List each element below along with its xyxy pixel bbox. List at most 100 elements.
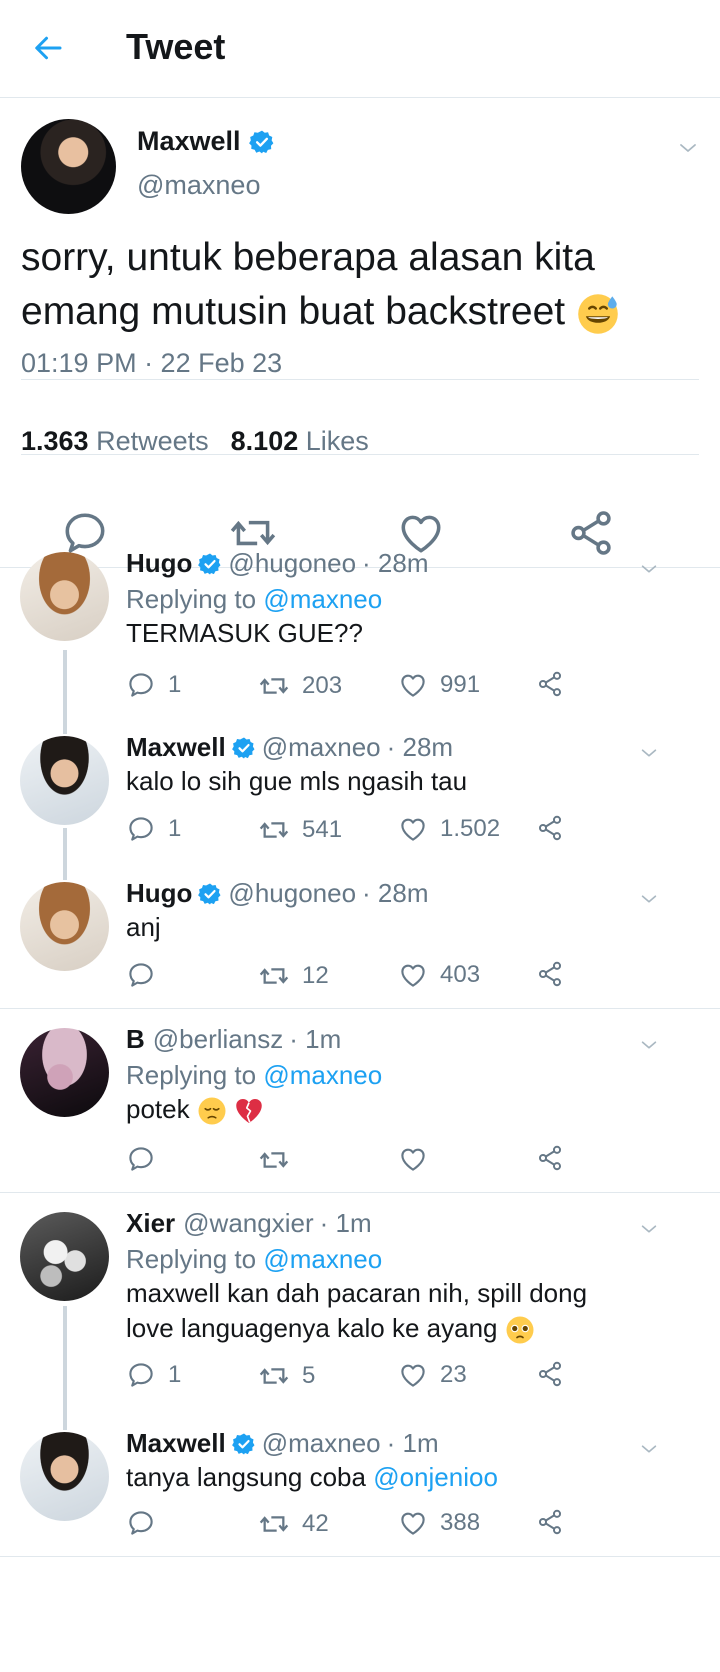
share-icon — [536, 960, 564, 988]
back-arrow-icon[interactable] — [30, 30, 66, 66]
author-handle[interactable]: @berliansz — [153, 1024, 283, 1055]
author-handle[interactable]: @hugoneo — [228, 878, 356, 909]
reply-actions: 42 388 — [126, 1508, 596, 1548]
chevron-down-icon[interactable] — [676, 136, 700, 160]
author-handle[interactable]: @maxneo — [262, 732, 381, 763]
like-button[interactable]: 403 — [398, 960, 480, 990]
retweet-button[interactable] — [258, 1144, 302, 1176]
chevron-down-icon[interactable] — [638, 742, 660, 764]
like-button[interactable]: 23 — [398, 1360, 467, 1390]
reply-button[interactable]: 1 — [126, 814, 181, 844]
chevron-down-icon[interactable] — [638, 1438, 660, 1460]
chevron-down-icon[interactable] — [638, 1218, 660, 1240]
reply-text-content: potek — [126, 1094, 190, 1124]
retweet-icon — [258, 1360, 290, 1392]
reply-button[interactable]: 1 — [126, 670, 181, 700]
avatar[interactable] — [20, 882, 109, 971]
author-name[interactable]: Hugo — [126, 878, 192, 909]
avatar[interactable] — [21, 119, 116, 214]
share-button[interactable] — [536, 960, 564, 988]
like-button[interactable] — [398, 1144, 440, 1174]
author-name-label: Maxwell — [137, 126, 241, 156]
retweet-button[interactable]: 42 — [258, 1508, 329, 1540]
reply-tweet[interactable]: B @berliansz · 1m Replying to @maxneo po… — [0, 1008, 720, 1192]
reply-time: · 28m — [362, 878, 429, 908]
avatar[interactable] — [20, 552, 109, 641]
retweet-button[interactable]: 5 — [258, 1360, 315, 1392]
author-handle[interactable]: @wangxier — [183, 1208, 313, 1239]
author-name[interactable]: B — [126, 1024, 145, 1055]
pleading-face-emoji — [506, 1316, 534, 1344]
reply-time: · 1m — [386, 1428, 439, 1458]
chevron-down-icon[interactable] — [638, 1034, 660, 1056]
reply-tweet[interactable]: Hugo @hugoneo · 28m Replying to @maxneo … — [0, 532, 720, 732]
replying-to: Replying to @maxneo — [126, 584, 382, 615]
reply-button[interactable] — [126, 1508, 168, 1538]
reply-text: TERMASUK GUE?? — [126, 618, 363, 648]
like-count: 403 — [440, 961, 481, 988]
reply-text: tanya langsung coba @onjenioo — [126, 1460, 686, 1495]
author-name[interactable]: Hugo — [126, 548, 192, 579]
replying-prefix: Replying to — [126, 584, 257, 614]
share-button[interactable] — [536, 814, 564, 842]
chevron-down-icon[interactable] — [638, 888, 660, 910]
replying-to-handle[interactable]: @maxneo — [263, 1060, 382, 1090]
replying-to-handle[interactable]: @maxneo — [263, 584, 382, 614]
share-button[interactable] — [536, 670, 564, 698]
thread-line — [63, 1306, 67, 1416]
reply-tweet[interactable]: Xier @wangxier · 1m Replying to @maxneo … — [0, 1192, 720, 1416]
tweet-text: sorry, untuk beberapa alasan kita emang … — [21, 231, 711, 339]
author-handle[interactable]: @hugoneo — [228, 548, 356, 579]
retweet-button[interactable]: 12 — [258, 960, 329, 992]
retweet-icon — [258, 1144, 290, 1176]
likes-stat[interactable]: 8.102 Likes — [231, 426, 369, 457]
replying-to-handle[interactable]: @maxneo — [263, 1244, 382, 1274]
author-handle[interactable]: @maxneo — [137, 170, 260, 201]
like-count: 388 — [440, 1509, 481, 1536]
reply-actions: 1 203 991 — [126, 670, 596, 710]
avatar[interactable] — [20, 1212, 109, 1301]
retweet-button[interactable]: 541 — [258, 814, 342, 846]
retweet-count: 12 — [302, 962, 329, 989]
share-button[interactable] — [536, 1360, 564, 1388]
verified-badge-icon — [198, 882, 222, 906]
author-name[interactable]: Xier — [126, 1208, 175, 1239]
thread-line — [63, 828, 67, 864]
retweet-icon — [258, 814, 290, 846]
reply-button[interactable]: 1 — [126, 1360, 181, 1390]
like-button[interactable]: 991 — [398, 670, 480, 700]
reply-button[interactable] — [126, 1144, 168, 1174]
reply-button[interactable] — [126, 960, 168, 990]
author-name[interactable]: Maxwell — [137, 126, 275, 157]
like-icon — [398, 960, 428, 990]
like-button[interactable]: 388 — [398, 1508, 480, 1538]
reply-text: potek — [126, 1092, 686, 1127]
reply-tweet[interactable]: Hugo @hugoneo · 28m anj 12 403 — [0, 862, 720, 1008]
reply-meta: Hugo @hugoneo · 28m — [126, 878, 429, 909]
avatar[interactable] — [20, 736, 109, 825]
reply-count: 1 — [168, 815, 182, 842]
reply-tweet[interactable]: Maxwell @maxneo · 1m tanya langsung coba… — [0, 1412, 720, 1558]
replying-prefix: Replying to — [126, 1244, 257, 1274]
grinning-sweat-emoji — [578, 293, 618, 334]
reply-tweet[interactable]: Maxwell @maxneo · 28m kalo lo sih gue ml… — [0, 716, 720, 864]
reply-time: · 28m — [362, 548, 429, 578]
avatar[interactable] — [20, 1432, 109, 1521]
author-name[interactable]: Maxwell — [126, 1428, 226, 1459]
like-button[interactable]: 1.502 — [398, 814, 500, 844]
reply-text: maxwell kan dah pacaran nih, spill dong … — [126, 1276, 626, 1346]
avatar[interactable] — [20, 1028, 109, 1117]
engagement-stats: 1.363 Retweets 8.102 Likes — [21, 426, 369, 457]
replying-to: Replying to @maxneo — [126, 1244, 382, 1275]
retweets-stat[interactable]: 1.363 Retweets — [21, 426, 209, 457]
mention-link[interactable]: @onjenioo — [373, 1462, 498, 1492]
share-button[interactable] — [536, 1508, 564, 1536]
chevron-down-icon[interactable] — [638, 558, 660, 580]
reply-time: · 1m — [289, 1024, 342, 1054]
retweet-button[interactable]: 203 — [258, 670, 342, 702]
author-name[interactable]: Maxwell — [126, 732, 226, 763]
share-button[interactable] — [536, 1144, 564, 1172]
author-handle[interactable]: @maxneo — [262, 1428, 381, 1459]
like-count: 991 — [440, 671, 481, 698]
reply-icon — [126, 1508, 156, 1538]
